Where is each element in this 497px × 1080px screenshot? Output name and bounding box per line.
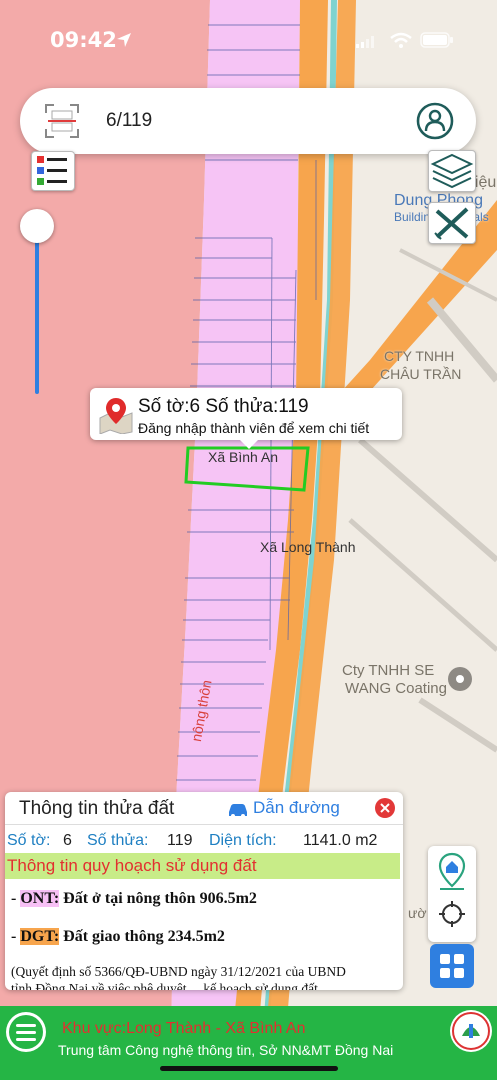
- parcel-info-panel: Thông tin thửa đất Dẫn đường Số tờ: 6 Số…: [5, 792, 403, 990]
- area-info-text: Khu vực:Long Thành - Xã Bình An: [62, 1020, 306, 1037]
- ont-dash: -: [11, 890, 21, 907]
- hamburger-icon: [9, 1015, 43, 1049]
- menu-button[interactable]: [6, 1012, 46, 1052]
- layers-icon: [430, 153, 474, 189]
- parcel-popup[interactable]: Số tờ:6 Số thửa:119 Đăng nhập thành viên…: [90, 388, 402, 440]
- poi-label-chau-tran-2: CHÂU TRẦN: [380, 366, 462, 382]
- search-bar[interactable]: 6/119: [20, 88, 476, 154]
- panel-title: Thông tin thửa đất: [19, 798, 175, 819]
- directions-label: Dẫn đường: [253, 798, 340, 817]
- ont-code: ONT:: [20, 890, 60, 907]
- popup-subtitle[interactable]: Đăng nhập thành viên để xem chi tiết: [138, 420, 369, 436]
- locate-me-icon[interactable]: [438, 900, 466, 928]
- area-label: Diện tích:: [209, 832, 277, 849]
- poi-label-chau-tran-1: CTY TNHH: [384, 348, 455, 364]
- planning-header-bar: Thông tin quy hoạch sử dụng đất: [5, 853, 400, 879]
- map-pin-icon: [99, 398, 133, 434]
- location-arrow-icon: [117, 33, 131, 47]
- status-time: 09:42: [50, 28, 117, 52]
- sheet-label: Số tờ:: [7, 832, 51, 849]
- area-value: 1141.0 m2: [303, 832, 378, 849]
- dgt-dash: -: [11, 928, 21, 945]
- ont-row: - ONT: Đất ở tại nông thôn 906.5m2: [11, 890, 257, 908]
- layers-button[interactable]: [428, 150, 476, 192]
- parcel-label: Số thửa:: [87, 832, 149, 849]
- legend-button[interactable]: [31, 151, 75, 191]
- dgt-row: - DGT: Đất giao thông 234.5m2: [11, 928, 225, 946]
- home-indicator: [160, 1066, 338, 1071]
- account-icon[interactable]: [416, 102, 454, 140]
- map-tools-group: [428, 846, 476, 942]
- parcel-value: 119: [167, 832, 193, 849]
- close-icon: [380, 803, 390, 813]
- opacity-slider-handle[interactable]: [20, 209, 54, 243]
- popup-pointer: [240, 440, 258, 449]
- close-button[interactable]: [375, 798, 395, 818]
- signal-icon: [356, 36, 374, 48]
- commune-label-long-thanh: Xã Long Thành: [260, 539, 356, 555]
- poi-label-se-1: Cty TNHH SE: [342, 662, 435, 679]
- agency-logo-icon: [452, 1012, 490, 1050]
- agency-logo: [450, 1010, 492, 1052]
- opacity-slider-track[interactable]: [35, 226, 39, 394]
- decision-note-2: tỉnh Đồng Nai về việc phê duyệt ... kế h…: [11, 981, 318, 990]
- planning-header: Thông tin quy hoạch sử dụng đất: [7, 856, 257, 875]
- bottom-bar: Khu vực:Long Thành - Xã Bình An Trung tâ…: [0, 1006, 497, 1080]
- ont-text: Đất ở tại nông thôn 906.5m2: [63, 890, 257, 907]
- panel-divider: [5, 824, 403, 825]
- credit-text: Trung tâm Công nghệ thông tin, Sở NN&MT …: [58, 1042, 394, 1058]
- sheet-value: 6: [63, 832, 72, 849]
- home-location-icon[interactable]: [437, 852, 467, 890]
- grid-icon: [440, 954, 464, 978]
- dgt-code: DGT:: [20, 928, 60, 945]
- poi-label-partial: ườ: [408, 905, 427, 921]
- dgt-text: Đất giao thông 234.5m2: [63, 928, 225, 945]
- qr-scan-icon[interactable]: [44, 103, 80, 139]
- commune-label-binh-an: Xã Bình An: [208, 449, 279, 465]
- poi-label-se-2: WANG Coating: [345, 680, 447, 697]
- decision-note: (Quyết định số 5366/QĐ-UBND ngày 31/12/2…: [11, 964, 346, 979]
- ruler-pencil-icon: [434, 207, 469, 240]
- grid-menu-button[interactable]: [430, 944, 474, 988]
- car-icon: [229, 804, 247, 818]
- search-input[interactable]: 6/119: [106, 110, 152, 132]
- popup-title: Số tờ:6 Số thửa:119: [138, 396, 309, 417]
- legend-icon: [37, 156, 67, 185]
- wifi-icon: [390, 32, 412, 48]
- measure-tool-button[interactable]: [428, 202, 476, 244]
- battery-icon: [420, 32, 453, 48]
